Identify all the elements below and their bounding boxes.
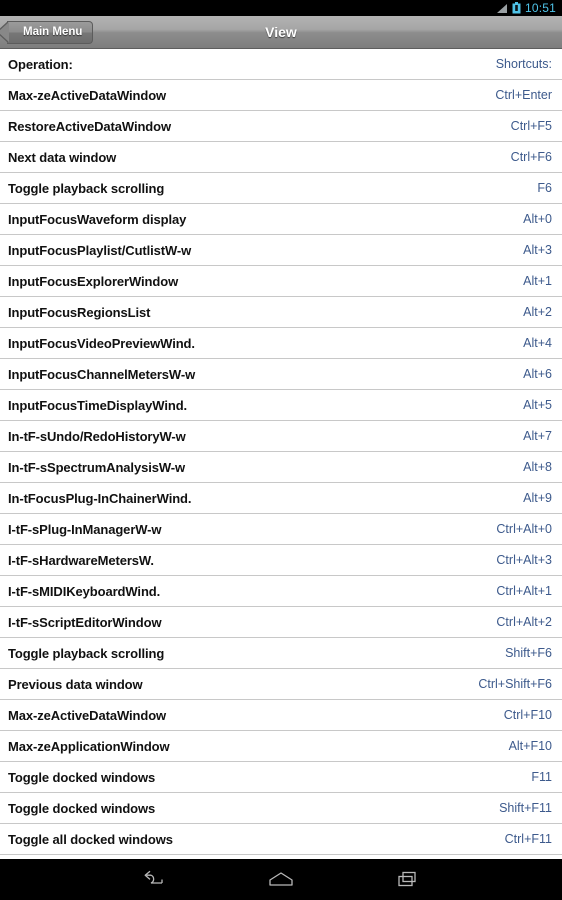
row-shortcut-label: Ctrl+Enter — [495, 88, 552, 102]
table-row[interactable]: Toggle playback scrolling Shift+F6 — [0, 638, 562, 669]
row-operation-label: I-tF-sScriptEditorWindow — [8, 614, 162, 630]
main-menu-back-button[interactable]: Main Menu — [0, 20, 94, 44]
table-row[interactable]: InputFocusVideoPreviewWind. Alt+4 — [0, 328, 562, 359]
shortcut-rows-container: Max-zeActiveDataWindow Ctrl+Enter RestoreA… — [0, 80, 562, 855]
table-row[interactable]: Max-zeApplicationWindow Alt+F10 — [0, 731, 562, 762]
row-shortcut-label: Alt+4 — [523, 336, 552, 350]
table-row[interactable]: I-tF-sHardwareMetersW. Ctrl+Alt+3 — [0, 545, 562, 576]
table-row[interactable]: In-tF-sSpectrumAnalysisW-w Alt+8 — [0, 452, 562, 483]
table-row[interactable]: In-tF-sUndo/RedoHistoryW-w Alt+7 — [0, 421, 562, 452]
back-icon — [144, 870, 163, 884]
table-row[interactable]: InputFocusWaveform display Alt+0 — [0, 204, 562, 235]
row-operation-label: InputFocusWaveform display — [8, 211, 187, 227]
row-shortcut-label: Ctrl+F10 — [503, 708, 552, 722]
row-operation-label: Next data window — [8, 149, 117, 165]
row-operation-label: I-tF-sPlug-InManagerW-w — [8, 521, 162, 537]
column-header-shortcut: Shortcuts: — [495, 57, 552, 71]
table-row[interactable]: Previous data window Ctrl+Shift+F6 — [0, 669, 562, 700]
table-row[interactable]: Max-zeActiveDataWindow Ctrl+Enter — [0, 80, 562, 111]
row-shortcut-label: Alt+5 — [523, 398, 552, 412]
android-navigation-bar — [0, 859, 562, 900]
main-menu-back-label: Main Menu — [23, 26, 83, 38]
row-operation-label: Max-zeApplicationWindow — [8, 738, 170, 754]
table-row[interactable]: Toggle docked windows F11 — [0, 762, 562, 793]
row-operation-label: InputFocusRegionsList — [8, 304, 151, 320]
row-shortcut-label: Alt+F10 — [508, 739, 552, 753]
row-operation-label: RestoreActiveDataWindow — [8, 118, 172, 134]
row-shortcut-label: Ctrl+Alt+0 — [496, 522, 552, 536]
status-bar-clock: 10:51 — [524, 1, 556, 15]
signal-icon — [496, 3, 507, 13]
row-operation-label: I-tF-sMIDIKeyboardWind. — [8, 583, 161, 599]
nav-home-button[interactable] — [257, 859, 305, 900]
list-header-row: Operation: Shortcuts: — [0, 49, 562, 80]
row-shortcut-label: Alt+9 — [523, 491, 552, 505]
row-operation-label: Toggle playback scrolling — [8, 645, 165, 661]
table-row[interactable]: Toggle all docked windows Ctrl+F11 — [0, 824, 562, 855]
row-operation-label: In-tF-sUndo/RedoHistoryW-w — [8, 428, 186, 444]
table-row[interactable]: Max-zeActiveDataWindow Ctrl+F10 — [0, 700, 562, 731]
row-operation-label: InputFocusVideoPreviewWind. — [8, 335, 195, 351]
title-bar: Main Menu View — [0, 16, 562, 49]
table-row[interactable]: InputFocusPlaylist/CutlistW-w Alt+3 — [0, 235, 562, 266]
table-row[interactable]: InputFocusExplorerWindow Alt+1 — [0, 266, 562, 297]
row-operation-label: I-tF-sHardwareMetersW. — [8, 552, 154, 568]
row-shortcut-label: Ctrl+Alt+3 — [496, 553, 552, 567]
table-row[interactable]: Toggle docked windows Shift+F11 — [0, 793, 562, 824]
row-shortcut-label: Ctrl+F5 — [510, 119, 552, 133]
table-row[interactable]: I-tF-sPlug-InManagerW-w Ctrl+Alt+0 — [0, 514, 562, 545]
status-bar-icons: 10:51 — [496, 0, 556, 16]
nav-back-button[interactable] — [130, 859, 178, 900]
back-arrow-inner-icon — [0, 21, 9, 42]
table-row[interactable]: I-tF-sScriptEditorWindow Ctrl+Alt+2 — [0, 607, 562, 638]
table-row[interactable]: InputFocusChannelMetersW-w Alt+6 — [0, 359, 562, 390]
column-header-operation: Operation: — [8, 56, 73, 72]
row-shortcut-label: Alt+1 — [523, 274, 552, 288]
row-operation-label: Max-zeActiveDataWindow — [8, 87, 167, 103]
row-shortcut-label: Alt+2 — [523, 305, 552, 319]
row-shortcut-label: Ctrl+F11 — [504, 832, 552, 846]
row-shortcut-label: F11 — [531, 770, 552, 784]
row-shortcut-label: Ctrl+Alt+1 — [496, 584, 552, 598]
row-shortcut-label: F6 — [537, 181, 552, 195]
row-operation-label: Toggle docked windows — [8, 800, 156, 816]
table-row[interactable]: I-tF-sMIDIKeyboardWind. Ctrl+Alt+1 — [0, 576, 562, 607]
android-status-bar: 10:51 — [0, 0, 562, 16]
row-shortcut-label: Alt+6 — [523, 367, 552, 381]
row-operation-label: Toggle docked windows — [8, 769, 156, 785]
row-operation-label: Previous data window — [8, 676, 143, 692]
row-operation-label: In-tFocusPlug-InChainerWind. — [8, 490, 192, 506]
table-row[interactable]: InputFocusTimeDisplayWind. Alt+5 — [0, 390, 562, 421]
table-row[interactable]: RestoreActiveDataWindow Ctrl+F5 — [0, 111, 562, 142]
row-operation-label: InputFocusTimeDisplayWind. — [8, 397, 188, 413]
row-operation-label: Max-zeActiveDataWindow — [8, 707, 167, 723]
row-shortcut-label: Alt+0 — [523, 212, 552, 226]
row-operation-label: InputFocusChannelMetersW-w — [8, 366, 196, 382]
row-operation-label: InputFocusPlaylist/CutlistW-w — [8, 242, 192, 258]
row-operation-label: Toggle playback scrolling — [8, 180, 165, 196]
table-row[interactable]: Next data window Ctrl+F6 — [0, 142, 562, 173]
row-shortcut-label: Alt+7 — [523, 429, 552, 443]
table-row[interactable]: In-tFocusPlug-InChainerWind. Alt+9 — [0, 483, 562, 514]
table-row[interactable]: InputFocusRegionsList Alt+2 — [0, 297, 562, 328]
shortcuts-list[interactable]: Operation: Shortcuts: Max-zeActiveDataWi… — [0, 49, 562, 859]
row-operation-label: In-tF-sSpectrumAnalysisW-w — [8, 459, 185, 475]
row-shortcut-label: Alt+8 — [523, 460, 552, 474]
table-row[interactable]: Toggle playback scrolling F6 — [0, 173, 562, 204]
row-shortcut-label: Alt+3 — [523, 243, 552, 257]
row-shortcut-label: Ctrl+Shift+F6 — [478, 677, 552, 691]
recents-icon — [398, 871, 416, 886]
row-operation-label: InputFocusExplorerWindow — [8, 273, 179, 289]
battery-icon — [512, 2, 521, 14]
row-shortcut-label: Ctrl+F6 — [510, 150, 552, 164]
row-operation-label: Toggle all docked windows — [8, 831, 173, 847]
nav-recents-button[interactable] — [384, 859, 432, 900]
row-shortcut-label: Ctrl+Alt+2 — [496, 615, 552, 629]
home-icon — [269, 871, 293, 886]
row-shortcut-label: Shift+F6 — [505, 646, 552, 660]
row-shortcut-label: Shift+F11 — [499, 801, 552, 815]
